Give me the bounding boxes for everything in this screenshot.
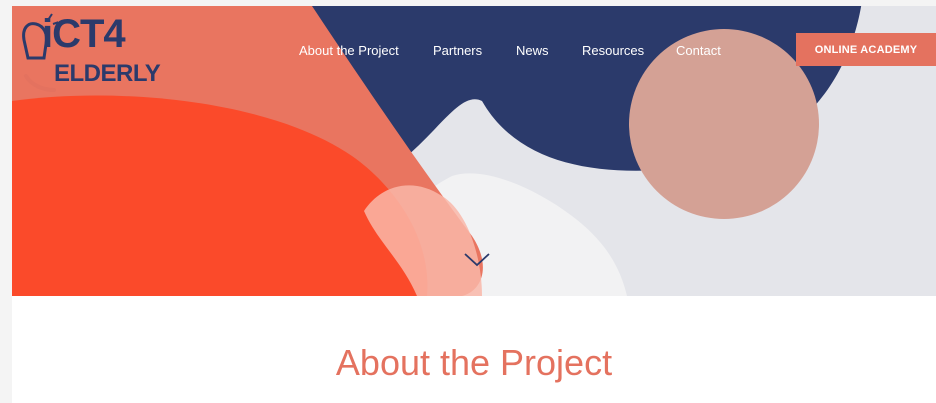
nav-about-the-project[interactable]: About the Project: [299, 42, 399, 60]
logo-text-elderly: ELDERLY: [54, 60, 161, 87]
nav-partners[interactable]: Partners: [433, 42, 482, 60]
nav-contact[interactable]: Contact: [676, 42, 721, 60]
ict4elderly-logo[interactable]: iCT4 ELDERLY: [18, 10, 188, 96]
hero-banner: iCT4 ELDERLY About the Project Partners …: [12, 6, 936, 296]
online-academy-button[interactable]: ONLINE ACADEMY: [796, 33, 936, 66]
chevron-down-icon[interactable]: [462, 249, 492, 269]
nav-news[interactable]: News: [516, 42, 549, 60]
logo-text-ict4: iCT4: [42, 12, 126, 56]
nav-resources[interactable]: Resources: [582, 42, 644, 60]
page: iCT4 ELDERLY About the Project Partners …: [12, 6, 936, 403]
page-title: About the Project: [335, 342, 613, 383]
